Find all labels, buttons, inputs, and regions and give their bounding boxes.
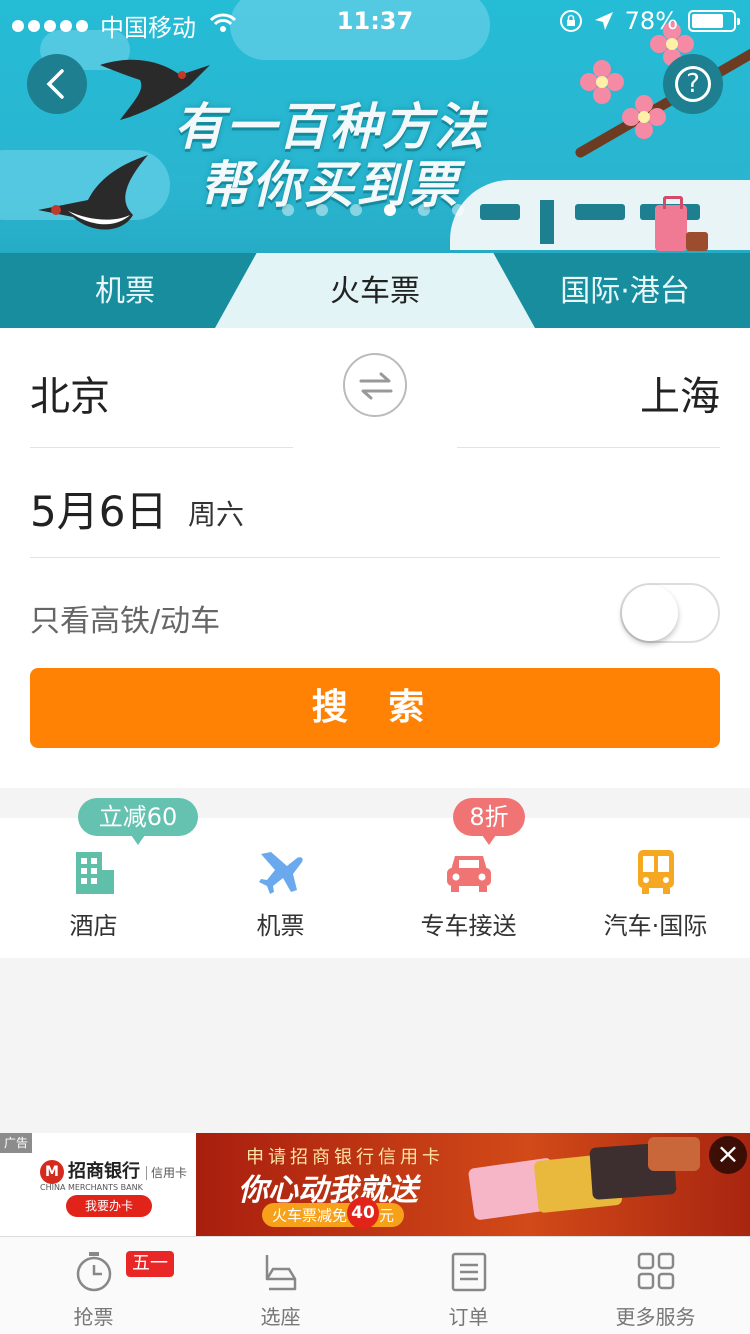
order-list-icon xyxy=(451,1252,487,1292)
car-icon xyxy=(447,856,491,892)
search-button[interactable]: 搜 索 xyxy=(30,668,720,748)
divider xyxy=(30,447,293,448)
ticket-type-tabs: 机票 火车票 国际·港台 xyxy=(0,253,750,328)
chevron-left-icon xyxy=(46,69,64,99)
service-car-transfer[interactable]: 8折 专车接送 xyxy=(375,798,562,958)
blossom-decoration xyxy=(622,95,666,139)
divider xyxy=(457,447,720,448)
high-speed-filter-label: 只看高铁/动车 xyxy=(30,604,221,639)
banner-slogan: 有一百种方法 帮你买到票 xyxy=(160,98,500,214)
car-discount-badge: 8折 xyxy=(453,798,525,845)
tab-flights[interactable]: 机票 xyxy=(0,253,250,328)
battery-percent: 78% xyxy=(624,7,678,35)
bank-english-name: CHINA MERCHANTS BANK xyxy=(40,1183,143,1192)
blossom-decoration xyxy=(580,60,624,104)
service-hotel[interactable]: 立减60 酒店 xyxy=(0,798,198,958)
tab-train-tickets[interactable]: 火车票 xyxy=(250,253,500,328)
departure-date[interactable]: 5月6日 xyxy=(30,478,167,539)
divider xyxy=(30,557,720,558)
departure-city[interactable]: 北京 xyxy=(30,364,110,422)
tabbar-item-select-seat[interactable]: 选座 xyxy=(187,1237,374,1334)
battery-icon xyxy=(688,10,740,32)
toggle-knob xyxy=(622,585,678,641)
location-arrow-icon xyxy=(594,12,613,30)
service-flights[interactable]: 机票 xyxy=(187,818,374,958)
bank-logo: M 招商银行 信用卡 xyxy=(40,1157,188,1184)
tabbar-label: 选座 xyxy=(260,1305,301,1329)
high-speed-only-toggle[interactable] xyxy=(620,583,720,643)
tabbar-label: 更多服务 xyxy=(615,1305,696,1329)
status-bar: 中国移动 11:37 78% xyxy=(0,0,750,42)
train-search-form: 北京 上海 5月6日 周六 只看高铁/动车 搜 索 xyxy=(0,328,750,788)
service-label: 机票 xyxy=(256,912,305,940)
back-button[interactable] xyxy=(27,54,87,114)
carousel-dot[interactable] xyxy=(418,204,430,216)
seat-icon xyxy=(265,1255,297,1291)
carousel-dot-active[interactable] xyxy=(384,204,396,216)
service-shortcuts: 立减60 酒店 机票 8折 专车接送 汽车·国际 xyxy=(0,798,750,958)
service-label: 汽车·国际 xyxy=(603,912,708,940)
departure-weekday[interactable]: 周六 xyxy=(188,493,244,533)
carousel-dot[interactable] xyxy=(282,204,294,216)
carousel-dot[interactable] xyxy=(452,204,464,216)
ad-creative: 申请招商银行信用卡 你心动我就送 火车票减免 40 元 xyxy=(196,1133,750,1236)
grid-icon xyxy=(637,1252,675,1290)
tabbar-label: 抢票 xyxy=(73,1305,114,1329)
help-button[interactable]: ? xyxy=(663,54,723,114)
ad-tag: 广告 xyxy=(0,1133,33,1153)
ad-offer-suffix: 元 xyxy=(379,1206,395,1225)
close-ad-button[interactable]: × xyxy=(709,1136,747,1174)
bus-icon xyxy=(638,850,674,894)
apply-card-button[interactable]: 我要办卡 xyxy=(66,1195,152,1217)
card-text: 信用卡 xyxy=(146,1166,188,1180)
question-mark-icon: ? xyxy=(675,65,711,102)
arrival-city[interactable]: 上海 xyxy=(640,364,720,422)
service-bus-international[interactable]: 汽车·国际 xyxy=(562,818,749,958)
plane-icon xyxy=(259,852,303,894)
carousel-dots[interactable] xyxy=(282,204,464,216)
carousel-dot[interactable] xyxy=(316,204,328,216)
swap-arrows-icon xyxy=(359,372,393,400)
orientation-lock-icon xyxy=(559,10,582,32)
hotel-icon xyxy=(76,852,114,894)
tabbar-label: 订单 xyxy=(448,1305,489,1329)
cmb-logo-icon: M xyxy=(40,1160,64,1184)
credit-card-illustration xyxy=(648,1137,700,1171)
ad-offer-amount: 40 xyxy=(347,1197,380,1229)
tabbar-item-more-services[interactable]: 更多服务 xyxy=(562,1237,749,1334)
ad-offer-prefix: 火车票减免 xyxy=(272,1206,348,1225)
bottom-tab-bar: 五一 抢票 选座 订单 更多服务 xyxy=(0,1236,750,1334)
service-label: 酒店 xyxy=(69,912,118,940)
ad-label: 广告 xyxy=(4,1136,29,1150)
close-icon: × xyxy=(716,1137,740,1170)
slogan-line-1: 有一百种方法 xyxy=(174,98,486,156)
hotel-promo-badge: 立减60 xyxy=(78,798,198,845)
tab-international[interactable]: 国际·港台 xyxy=(500,253,750,328)
service-label: 专车接送 xyxy=(420,912,517,940)
tabbar-item-orders[interactable]: 订单 xyxy=(375,1237,562,1334)
swallow-illustration xyxy=(38,155,148,230)
carousel-dot[interactable] xyxy=(350,204,362,216)
swap-cities-button[interactable] xyxy=(343,353,407,417)
suitcase-illustration xyxy=(655,196,687,251)
bank-name: 招商银行 xyxy=(68,1161,140,1182)
bag-illustration xyxy=(686,232,708,251)
stopwatch-icon xyxy=(76,1252,112,1292)
may-day-badge: 五一 xyxy=(126,1251,174,1277)
ad-offer: 火车票减免 40 元 xyxy=(262,1197,405,1229)
tabbar-item-grab-tickets[interactable]: 五一 抢票 xyxy=(0,1237,187,1334)
ad-banner[interactable]: M 招商银行 信用卡 CHINA MERCHANTS BANK 我要办卡 广告 申请… xyxy=(0,1133,750,1236)
